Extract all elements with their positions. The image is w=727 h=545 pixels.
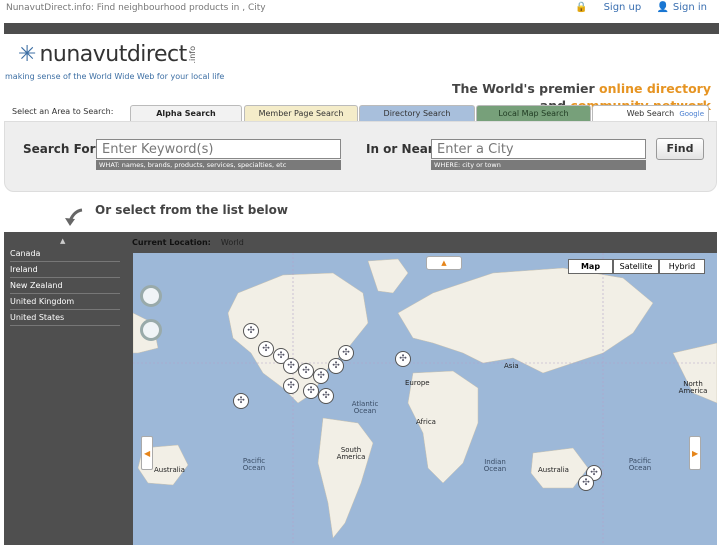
- tab-local-map-search[interactable]: Local Map Search: [476, 105, 591, 121]
- tagline: making sense of the World Wide Web for y…: [5, 72, 225, 81]
- map-marker[interactable]: ✣: [313, 368, 329, 384]
- zoom-out-icon[interactable]: [140, 285, 162, 307]
- web-search-label: Web Search: [626, 109, 675, 118]
- current-location-label: Current Location:: [132, 238, 211, 247]
- find-button[interactable]: Find: [656, 138, 704, 160]
- lock-icon: 🔒: [575, 2, 588, 13]
- search-panel: Search For: WHAT: names, brands, product…: [4, 121, 717, 192]
- select-area-label: Select an Area to Search:: [12, 107, 114, 116]
- premier-1a: The World's premier: [451, 81, 595, 96]
- logo-name: nunavutdirect: [39, 42, 187, 67]
- map-marker[interactable]: ✣: [258, 341, 274, 357]
- map-marker[interactable]: ✣: [298, 363, 314, 379]
- tab-web-search[interactable]: Web Search Google: [592, 105, 709, 121]
- label-pacific-ocean-right: Pacific Ocean: [628, 457, 652, 472]
- map-marker[interactable]: ✣: [395, 351, 411, 367]
- country-ireland[interactable]: Ireland: [10, 262, 120, 278]
- search-for-label: Search For:: [23, 142, 101, 156]
- curved-arrow-icon: [65, 208, 83, 226]
- search-tabs: Select an Area to Search: Alpha Search M…: [4, 105, 719, 121]
- pan-right-button[interactable]: ▶: [689, 436, 701, 470]
- tab-alpha-search[interactable]: Alpha Search: [130, 105, 242, 121]
- country-new-zealand[interactable]: New Zealand: [10, 278, 120, 294]
- map-type-satellite[interactable]: Satellite: [613, 259, 659, 274]
- map-marker[interactable]: ✣: [328, 358, 344, 374]
- city-input[interactable]: [431, 139, 646, 159]
- map-type-map[interactable]: Map: [568, 259, 613, 274]
- map-section: ▲ Canada Ireland New Zealand United King…: [4, 232, 717, 545]
- map-marker[interactable]: ✣: [578, 475, 594, 491]
- google-logo: Google: [679, 110, 704, 118]
- label-australia-left: Australia: [154, 466, 185, 474]
- map-marker[interactable]: ✣: [318, 388, 334, 404]
- label-indian-ocean: Indian Ocean: [483, 458, 507, 473]
- current-location: Current Location: World: [132, 238, 244, 247]
- or-select-heading: Or select from the list below: [95, 203, 288, 217]
- signup-link[interactable]: Sign up: [604, 2, 642, 13]
- country-united-kingdom[interactable]: United Kingdom: [10, 294, 120, 310]
- world-map[interactable]: ▲ Map Satellite Hybrid ◀ ▶ ✣ ✣ ✣ ✣ ✣ ✣ ✣…: [133, 253, 717, 545]
- map-marker[interactable]: ✣: [338, 345, 354, 361]
- keyword-input[interactable]: [96, 139, 341, 159]
- label-europe: Europe: [405, 379, 430, 387]
- top-line: NunavutDirect.info: Find neighbourhood p…: [0, 0, 727, 22]
- keyword-hint: WHAT: names, brands, products, services,…: [96, 160, 341, 170]
- label-asia: Asia: [504, 362, 519, 370]
- user-icon: 👤: [656, 2, 669, 13]
- pan-left-button[interactable]: ◀: [141, 436, 153, 470]
- label-south-america: South America: [336, 446, 366, 461]
- country-canada[interactable]: Canada: [10, 246, 120, 262]
- map-landmasses: [133, 253, 717, 545]
- account-links: 🔒 Sign up 👤 Sign in: [575, 2, 707, 13]
- city-hint: WHERE: city or town: [431, 160, 646, 170]
- scroll-up-icon[interactable]: ▲: [60, 237, 65, 245]
- label-north-america: North America: [678, 380, 708, 395]
- label-atlantic-ocean: Atlantic Ocean: [351, 400, 379, 415]
- page-title: NunavutDirect.info: Find neighbourhood p…: [6, 3, 266, 13]
- current-location-value: World: [220, 238, 244, 247]
- map-type-hybrid[interactable]: Hybrid: [659, 259, 705, 274]
- logo-suffix: .info: [187, 45, 197, 64]
- tab-member-page-search[interactable]: Member Page Search: [244, 105, 358, 121]
- tab-directory-search[interactable]: Directory Search: [359, 105, 475, 121]
- logo-mark-icon: ✳: [18, 42, 37, 67]
- map-marker[interactable]: ✣: [303, 383, 319, 399]
- logo[interactable]: ✳ nunavutdirect .info: [18, 42, 197, 67]
- country-list: ▲ Canada Ireland New Zealand United King…: [4, 232, 127, 545]
- label-australia-right: Australia: [538, 466, 569, 474]
- in-or-near-label: In or Near:: [366, 142, 439, 156]
- label-pacific-ocean-left: Pacific Ocean: [242, 457, 266, 472]
- map-marker[interactable]: ✣: [243, 323, 259, 339]
- pan-up-button[interactable]: ▲: [426, 256, 462, 270]
- zoom-in-icon[interactable]: [140, 319, 162, 341]
- header-bar: [4, 23, 719, 34]
- country-united-states[interactable]: United States: [10, 310, 120, 326]
- map-marker[interactable]: ✣: [283, 378, 299, 394]
- signin-link[interactable]: Sign in: [673, 2, 707, 13]
- map-marker[interactable]: ✣: [233, 393, 249, 409]
- label-africa: Africa: [416, 418, 436, 426]
- map-marker[interactable]: ✣: [283, 358, 299, 374]
- premier-1b: online directory: [599, 81, 711, 96]
